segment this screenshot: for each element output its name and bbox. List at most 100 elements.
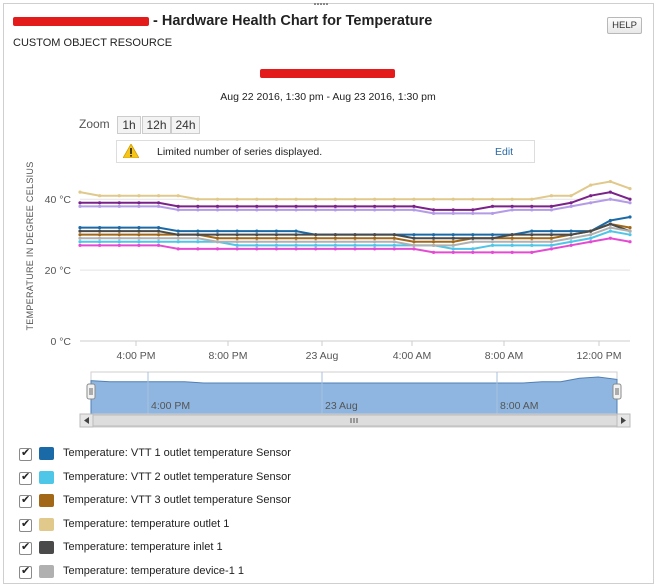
data-point	[471, 247, 475, 251]
warning-text: Limited number of series displayed.	[157, 146, 323, 158]
data-point	[490, 243, 495, 247]
data-point	[98, 194, 102, 198]
data-point	[412, 204, 416, 208]
data-point	[235, 208, 239, 212]
legend-checkbox[interactable]	[19, 446, 32, 461]
data-point	[176, 194, 180, 198]
data-point	[314, 240, 318, 244]
data-point	[117, 194, 121, 198]
data-point	[215, 247, 220, 251]
legend-checkbox[interactable]	[19, 564, 32, 579]
data-point	[431, 233, 436, 237]
data-point	[78, 190, 82, 194]
data-point	[412, 197, 416, 201]
data-point	[510, 236, 514, 240]
x-tick-label: 4:00 PM	[116, 350, 155, 362]
legend-label: Temperature: VTT 2 outlet temperature Se…	[63, 470, 291, 483]
data-point	[530, 208, 534, 212]
data-point	[451, 240, 455, 244]
data-point	[255, 240, 259, 244]
data-point	[490, 240, 495, 244]
data-point	[549, 229, 554, 233]
x-tick-label: 23 Aug	[306, 350, 339, 362]
data-point	[353, 236, 357, 240]
data-point	[589, 236, 593, 240]
data-point	[274, 208, 279, 212]
data-point	[137, 201, 141, 205]
data-point	[294, 233, 298, 237]
data-point	[608, 197, 612, 201]
data-point	[373, 243, 377, 247]
data-point	[294, 204, 298, 208]
data-point	[314, 236, 318, 240]
legend-checkbox[interactable]	[19, 540, 32, 555]
data-point	[176, 247, 180, 251]
data-point	[412, 233, 416, 237]
data-point	[235, 236, 239, 240]
data-point	[294, 247, 298, 251]
data-point	[549, 236, 554, 240]
data-point	[274, 243, 279, 247]
data-point	[589, 201, 593, 205]
data-point	[294, 197, 298, 201]
x-tick-label: 8:00 AM	[485, 350, 524, 362]
data-point	[510, 197, 514, 201]
data-point	[156, 243, 161, 247]
data-point	[451, 211, 455, 216]
data-point	[510, 208, 514, 212]
data-point	[137, 204, 141, 208]
data-point	[137, 233, 141, 237]
legend-checkbox[interactable]	[19, 517, 32, 532]
data-point	[392, 247, 396, 251]
navigator-left-handle[interactable]	[86, 383, 96, 400]
data-point	[589, 183, 593, 187]
data-point	[235, 243, 239, 247]
data-point	[196, 208, 200, 212]
data-point	[196, 247, 200, 251]
series-line	[79, 180, 631, 201]
edit-series-link[interactable]: Edit	[495, 146, 513, 158]
data-point	[255, 197, 259, 201]
data-point	[196, 240, 200, 244]
data-point	[549, 247, 554, 251]
data-point	[98, 243, 102, 247]
data-point	[235, 233, 239, 237]
data-point	[549, 240, 554, 244]
data-point	[353, 243, 357, 247]
data-point	[549, 194, 554, 198]
data-point	[549, 208, 554, 212]
data-point	[628, 225, 632, 230]
data-point	[608, 179, 612, 184]
data-point	[490, 197, 495, 201]
data-point	[117, 201, 121, 205]
data-point	[471, 236, 475, 240]
data-point	[156, 225, 161, 230]
data-point	[589, 229, 593, 233]
data-point	[117, 243, 121, 247]
data-point	[530, 240, 534, 244]
legend-checkbox[interactable]	[19, 470, 32, 485]
legend-checkbox[interactable]	[19, 493, 32, 508]
x-tick-label: 12:00 PM	[577, 350, 622, 362]
navigator-right-handle[interactable]	[612, 383, 622, 400]
data-point	[392, 204, 396, 208]
data-point	[608, 190, 612, 194]
legend-swatch	[39, 541, 54, 554]
data-point	[451, 236, 455, 240]
data-point	[589, 240, 593, 244]
data-point	[235, 229, 239, 233]
data-point	[608, 222, 612, 226]
data-point	[490, 236, 495, 240]
data-point	[451, 208, 455, 212]
data-point	[274, 240, 279, 244]
data-point	[373, 197, 377, 201]
data-point	[176, 236, 180, 240]
legend-swatch	[39, 447, 54, 460]
scrollbar-thumb[interactable]	[92, 414, 618, 427]
data-point	[373, 240, 377, 244]
data-point	[353, 204, 357, 208]
data-point	[530, 243, 534, 247]
y-axis-label: TEMPERATURE IN DEGREE CELSIUS	[25, 161, 35, 330]
data-point	[333, 197, 337, 201]
data-point	[255, 229, 259, 233]
